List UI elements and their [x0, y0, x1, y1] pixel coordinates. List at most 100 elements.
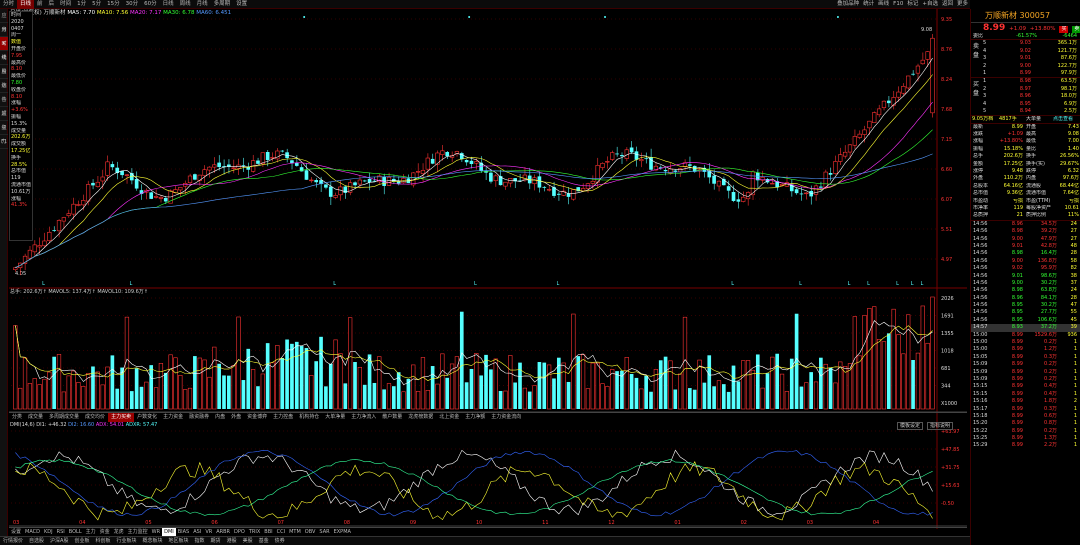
- tick-row[interactable]: 15:25 8.99 1.3万 1: [971, 435, 1080, 442]
- indicator-tab[interactable]: 主力买卖: [108, 413, 135, 422]
- strip-item[interactable]: 应用: [0, 9, 8, 33]
- toolbar-item[interactable]: 日线: [17, 0, 35, 9]
- indicator-tab[interactable]: 大单净量: [322, 413, 348, 422]
- stats-header-cell[interactable]: 点击查看: [1052, 116, 1079, 122]
- toolbar-right-item[interactable]: 更多: [955, 0, 970, 9]
- toolbar-item[interactable]: 60分: [141, 0, 160, 9]
- bottom-tab[interactable]: 港股: [224, 537, 240, 545]
- tick-row[interactable]: 14:56 9.01 98.6万 38: [971, 273, 1080, 280]
- tick-row[interactable]: 14:56 8.98 39.2万 27: [971, 228, 1080, 235]
- tick-row[interactable]: 14:56 8.95 30.2万 47: [971, 302, 1080, 309]
- strip-item[interactable]: 超级: [0, 107, 8, 131]
- toolbar-item[interactable]: 30分: [123, 0, 142, 9]
- toolbar-item[interactable]: 月线: [194, 0, 211, 9]
- bottom-tab[interactable]: 地区板块: [166, 537, 192, 545]
- indicator-tab[interactable]: 机构持仓: [296, 413, 322, 422]
- bottom-tab[interactable]: 美股: [240, 537, 256, 545]
- toolbar-item[interactable]: 1分: [74, 0, 89, 9]
- tick-row[interactable]: 15:20 8.99 0.8万 1: [971, 420, 1080, 427]
- buy-button[interactable]: 买: [1059, 26, 1069, 33]
- indicator-tab[interactable]: 主力净额: [462, 413, 488, 422]
- indicator-tab[interactable]: 资金博弈: [244, 413, 270, 422]
- buy-level[interactable]: 3 8.96 18.0万: [971, 93, 1080, 100]
- tick-row[interactable]: 14:56 9.00 136.8万 58: [971, 258, 1080, 265]
- tick-row[interactable]: 15:18 8.99 0.6万 1: [971, 413, 1080, 420]
- toolbar-item[interactable]: 日线: [160, 0, 177, 9]
- indicator-tab[interactable]: 主力净流入: [348, 413, 379, 422]
- tick-row[interactable]: 15:09 8.99 0.2万 1: [971, 369, 1080, 376]
- strip-item[interactable]: 主力: [0, 121, 8, 145]
- tick-row[interactable]: 15:15 8.99 0.4万 1: [971, 391, 1080, 398]
- indicator-tab[interactable]: 北上资金: [436, 413, 462, 422]
- toolbar-item[interactable]: 分时: [0, 0, 17, 9]
- toolbar-right-item[interactable]: +自选: [920, 0, 940, 9]
- bottom-tab[interactable]: 概念板块: [140, 537, 166, 545]
- tick-row[interactable]: 14:57 8.93 37.2万 39: [971, 324, 1080, 332]
- indicator-tab[interactable]: 主力资金流向: [488, 413, 524, 422]
- toolbar-item[interactable]: 多周期: [211, 0, 234, 9]
- indicator-tab[interactable]: 成交均价: [82, 413, 108, 422]
- tick-row[interactable]: 15:09 8.99 0.2万 1: [971, 361, 1080, 368]
- sell-level[interactable]: 3 9.01 87.6万: [971, 55, 1080, 62]
- buy-level[interactable]: 4 8.95 6.9万: [971, 101, 1080, 108]
- sell-level[interactable]: 4 9.02 121.7万: [971, 48, 1080, 55]
- toolbar-item[interactable]: 前: [34, 0, 46, 9]
- indicator-tab[interactable]: 成交量: [25, 413, 46, 422]
- bottom-tab[interactable]: 基金: [256, 537, 272, 545]
- toolbar-item[interactable]: 设置: [233, 0, 250, 9]
- toolbar-right-item[interactable]: F10: [891, 0, 905, 9]
- toolbar-item[interactable]: 周线: [177, 0, 194, 9]
- bottom-tab[interactable]: 行情报价: [0, 537, 26, 545]
- tick-row[interactable]: 14:56 8.95 106.6万 45: [971, 317, 1080, 324]
- tick-row[interactable]: 14:56 8.95 27.7万 55: [971, 309, 1080, 316]
- sell-level[interactable]: 2 9.00 122.7万: [971, 63, 1080, 70]
- indicator-tab[interactable]: 主力资金: [160, 413, 186, 422]
- tick-row[interactable]: 15:00 8.99 1.2万 1: [971, 346, 1080, 353]
- indicator-tab[interactable]: 龙虎榜数据: [405, 413, 436, 422]
- tick-row[interactable]: 15:15 8.99 0.4万 1: [971, 383, 1080, 390]
- strip-item[interactable]: 综合: [0, 79, 8, 103]
- tick-row[interactable]: 15:22 8.99 0.2万 1: [971, 428, 1080, 435]
- bottom-tab[interactable]: 期货: [208, 537, 224, 545]
- tick-row[interactable]: 14:56 8.96 34.5万 24: [971, 221, 1080, 228]
- tick-row[interactable]: 15:29 8.99 2.2万 1: [971, 442, 1080, 449]
- toolbar-item[interactable]: 后: [46, 0, 58, 9]
- toolbar-right-item[interactable]: 返回: [940, 0, 955, 9]
- tick-row[interactable]: 15:00 8.99 1529.6万 936: [971, 332, 1080, 339]
- indicator-help-button[interactable]: 指标说明: [926, 422, 953, 430]
- toolbar-right-item[interactable]: 统计: [861, 0, 876, 9]
- toolbar-right-item[interactable]: 画线: [876, 0, 891, 9]
- template-button[interactable]: 模板设定: [897, 422, 924, 430]
- tick-row[interactable]: 14:56 9.00 30.2万 37: [971, 280, 1080, 287]
- tick-row[interactable]: 15:09 8.99 0.2万 1: [971, 376, 1080, 383]
- bottom-tab[interactable]: 行业板块: [113, 537, 139, 545]
- sell-button[interactable]: 卖: [1072, 26, 1080, 33]
- toolbar-item[interactable]: 15分: [104, 0, 123, 9]
- toolbar-right-item[interactable]: 叠加品种: [835, 0, 861, 9]
- tick-row[interactable]: 14:56 9.01 42.8万 48: [971, 243, 1080, 250]
- strip-item[interactable]: 牛叉: [0, 93, 8, 117]
- strip-item[interactable]: F1: [0, 135, 8, 149]
- tick-list[interactable]: 14:56 8.96 34.5万 24 14:56 8.98 39.2万 27 14:56 9.0…: [971, 221, 1080, 450]
- indicator-tab[interactable]: 内盘: [212, 413, 228, 422]
- buy-level[interactable]: 1 8.98 63.5万: [971, 78, 1080, 85]
- bottom-tab[interactable]: 沪深A股: [47, 537, 71, 545]
- bottom-tab[interactable]: 科创板: [92, 537, 113, 545]
- tick-row[interactable]: 14:56 9.02 95.9万 82: [971, 265, 1080, 272]
- toolbar-item[interactable]: 时间: [57, 0, 74, 9]
- strip-item[interactable]: 自选: [0, 65, 8, 89]
- sell-level[interactable]: 5 9.03 365.1万: [971, 40, 1080, 47]
- buy-level[interactable]: 5 8.94 2.5万: [971, 108, 1080, 115]
- tick-row[interactable]: 15:17 8.99 0.3万 1: [971, 406, 1080, 413]
- tick-row[interactable]: 15:05 8.99 0.3万 1: [971, 354, 1080, 361]
- tick-row[interactable]: 14:56 8.98 63.8万 24: [971, 287, 1080, 294]
- kline-chart-canvas[interactable]: 9.35 8.76 8.24 7.68 7.15 6.60 6.07 5.51 4.97 9.08…: [9, 9, 967, 529]
- tick-row[interactable]: 15:00 8.99 0.2万 1: [971, 339, 1080, 346]
- indicator-tab[interactable]: 散户数量: [379, 413, 405, 422]
- indicator-tab[interactable]: 外盘: [228, 413, 244, 422]
- indicator-tab[interactable]: 多周期成交量: [46, 413, 82, 422]
- tick-row[interactable]: 14:56 8.98 16.4万 28: [971, 250, 1080, 257]
- strip-item[interactable]: 分时: [0, 23, 8, 47]
- bottom-tab[interactable]: 指数: [192, 537, 208, 545]
- tick-row[interactable]: 14:56 8.96 84.1万 28: [971, 295, 1080, 302]
